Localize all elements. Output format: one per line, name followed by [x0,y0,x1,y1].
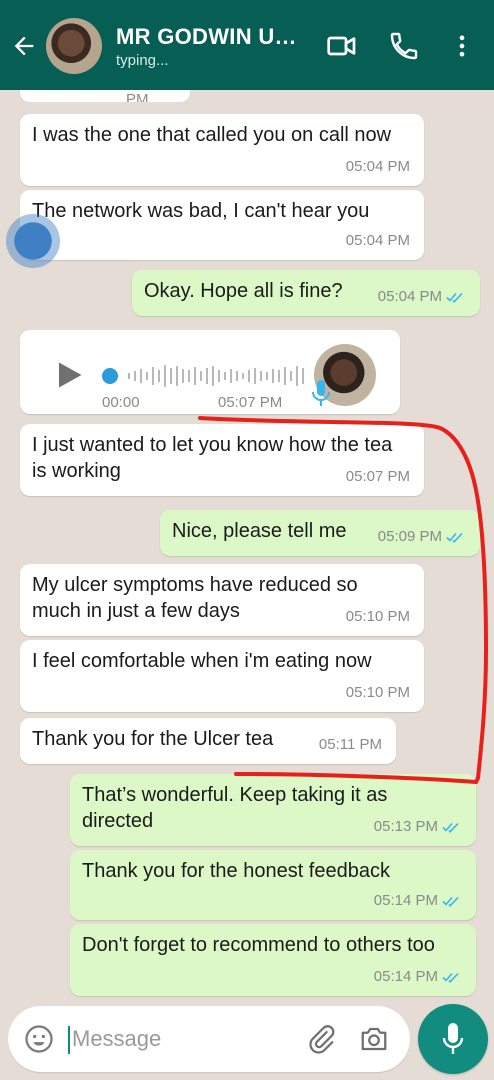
waveform-bar [128,373,130,379]
message-outgoing[interactable]: Okay. Hope all is fine? 05:04 PM [132,270,480,316]
back-arrow-icon[interactable] [10,32,38,60]
waveform-bar [224,372,226,380]
message-outgoing[interactable]: Nice, please tell me 05:09 PM [160,510,480,556]
audio-waveform[interactable] [124,362,314,390]
message-time: 05:07 PM [218,394,283,411]
message-outgoing[interactable]: Thank you for the honest feedback 05:14 … [70,850,476,920]
waveform-bar [218,370,220,382]
message-time: 05:04 PM [345,158,410,175]
contact-name[interactable]: MR GODWIN UL... [116,24,306,50]
message-time: 05:09 PM [377,528,442,545]
message-incoming[interactable]: Thank you for the Ulcer tea 05:11 PM [20,718,396,764]
message-time: 05:10 PM [345,608,410,625]
waveform-bar [146,372,148,380]
message-time: 05:07 PM [345,468,410,485]
touch-indicator [6,214,60,268]
waveform-bar [188,370,190,382]
waveform-bar [236,371,238,381]
waveform-bar [158,370,160,382]
read-receipt-icon [442,972,459,983]
voice-message[interactable]: 00:00 05:07 PM [20,330,400,414]
phone-icon[interactable] [388,30,420,62]
waveform-bar [212,366,214,386]
message-incoming[interactable]: I just wanted to let you know how the te… [20,424,424,496]
waveform-bar [134,371,136,381]
microphone-icon [442,1023,464,1054]
voice-record-button[interactable] [418,1004,488,1074]
message-outgoing[interactable]: That’s wonderful. Keep taking it as dire… [70,774,476,846]
message-incoming[interactable]: The network was bad, I can't hear you 05… [20,190,424,260]
play-icon[interactable] [54,360,84,390]
chat-header: MR GODWIN UL... typing... [0,0,494,90]
chat-area[interactable]: hello 05:04 PM I was the one that called… [0,90,494,1000]
message-time: 05:04 PM [126,90,164,102]
message-time: 05:04 PM [345,232,410,249]
waveform-bar [176,366,178,386]
message-incoming-partial[interactable]: hello 05:04 PM [20,90,190,102]
playback-position[interactable] [102,368,118,384]
message-time: 05:14 PM [373,968,438,985]
waveform-bar [140,369,142,383]
read-receipt-icon [442,822,459,833]
message-incoming[interactable]: I was the one that called you on call no… [20,114,424,186]
text-cursor [68,1026,70,1054]
read-receipt-icon [446,532,463,543]
message-text: Thank you for the honest feedback [82,860,390,882]
attach-icon[interactable] [306,1024,336,1054]
waveform-bar [242,373,244,379]
message-time: 05:10 PM [345,684,410,701]
message-text: I was the one that called you on call no… [32,124,392,146]
waveform-bar [284,367,286,385]
voice-duration: 00:00 [102,394,140,411]
waveform-bar [206,368,208,384]
microphone-icon [312,380,330,406]
waveform-bar [260,371,262,381]
contact-avatar[interactable] [46,18,102,74]
waveform-bar [230,369,232,383]
waveform-bar [182,369,184,383]
waveform-bar [194,367,196,385]
message-input[interactable] [72,1022,292,1056]
read-receipt-icon [442,896,459,907]
waveform-bar [272,369,274,383]
more-options-icon[interactable] [448,30,476,62]
message-incoming[interactable]: My ulcer symptoms have reduced so much i… [20,564,424,636]
message-time: 05:11 PM [318,736,382,753]
message-text: Don't forget to recommend to others too [82,934,435,956]
camera-icon[interactable] [358,1024,390,1054]
message-incoming[interactable]: I feel comfortable when i'm eating now 0… [20,640,424,712]
video-call-icon[interactable] [326,30,358,62]
waveform-bar [170,368,172,384]
waveform-bar [302,368,304,384]
waveform-bar [164,365,166,387]
waveform-bar [152,367,154,385]
waveform-bar [278,370,280,382]
waveform-bar [200,371,202,381]
waveform-bar [290,371,292,381]
waveform-bar [266,372,268,380]
emoji-icon[interactable] [24,1024,54,1054]
waveform-bar [248,370,250,382]
waveform-bar [296,366,298,386]
message-outgoing[interactable]: Don't forget to recommend to others too … [70,924,476,996]
contact-status: typing... [116,52,169,69]
message-text: I feel comfortable when i'm eating now [32,650,372,672]
message-text: The network was bad, I can't hear you [32,200,370,222]
message-time: 05:13 PM [373,818,438,835]
waveform-bar [254,368,256,384]
message-time: 05:04 PM [377,288,442,305]
message-composer [8,1006,410,1072]
message-time: 05:14 PM [373,892,438,909]
read-receipt-icon [446,292,463,303]
